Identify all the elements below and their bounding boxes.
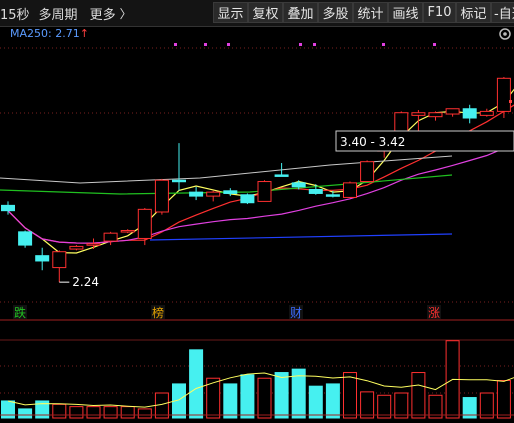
volume-bar [103, 406, 118, 419]
candle-body [308, 188, 323, 194]
candle-body [360, 161, 375, 183]
candle-body [206, 191, 221, 197]
marker-label: 跌 [14, 305, 26, 320]
price-dot [509, 100, 512, 103]
volume-bar [308, 385, 323, 419]
candle-body [172, 179, 186, 183]
event-dot [299, 43, 302, 46]
candle-body [120, 230, 135, 233]
event-dot [313, 43, 316, 46]
volume-bar [325, 383, 340, 419]
marker-label: 榜 [152, 305, 164, 320]
candle-body [52, 251, 67, 269]
volume-bar [137, 408, 152, 419]
low-label: 2.24 [72, 275, 99, 289]
volume-bar [274, 372, 289, 419]
event-dot [227, 43, 230, 46]
candle-body [69, 245, 84, 250]
candlestick-chart: 4.002.243.40 - 3.42跌榜财涨 [0, 28, 514, 419]
candle-body [291, 182, 306, 188]
candle-body [154, 179, 169, 213]
volume-bar [240, 374, 255, 419]
volume-bar [496, 380, 511, 419]
candle-body [445, 108, 460, 115]
candle-body [189, 191, 204, 197]
candle-body [325, 194, 340, 197]
volume-bar [257, 377, 272, 419]
candle-body [411, 112, 426, 116]
volume-bar [394, 392, 409, 419]
candle-body [479, 110, 494, 116]
volume-bar [69, 406, 84, 419]
volume-bar [360, 391, 375, 419]
event-dot [433, 43, 436, 46]
volume-bar [189, 349, 204, 419]
candle-body [35, 255, 50, 262]
candle-body [428, 112, 443, 118]
marker-label: 财 [290, 306, 302, 320]
candle-body [274, 174, 289, 177]
event-dot [174, 43, 177, 46]
volume-bar [223, 383, 238, 419]
candle-body [257, 181, 272, 202]
candle-body [462, 108, 477, 119]
ma-line-short [7, 88, 514, 254]
event-dot [382, 43, 385, 46]
candle-body [1, 204, 15, 212]
range-label: 3.40 - 3.42 [340, 135, 405, 149]
candle-body [496, 77, 511, 112]
candle-body [137, 208, 152, 239]
candle-body [86, 243, 101, 246]
marker-label: 涨 [428, 305, 440, 320]
gear-icon[interactable] [499, 28, 511, 40]
candle-body [223, 190, 238, 194]
ma250-line [149, 233, 453, 241]
volume-bar [343, 372, 357, 419]
event-dot [204, 43, 207, 46]
volume-bar [411, 372, 426, 419]
volume-bar [52, 403, 67, 419]
volume-bar [120, 406, 135, 419]
candle-body [343, 182, 357, 198]
candle-body [103, 232, 118, 242]
volume-bar [18, 408, 33, 419]
candle-body [240, 194, 255, 204]
volume-bar [86, 406, 101, 419]
volume-bar [479, 392, 494, 419]
candle-body [18, 231, 33, 246]
